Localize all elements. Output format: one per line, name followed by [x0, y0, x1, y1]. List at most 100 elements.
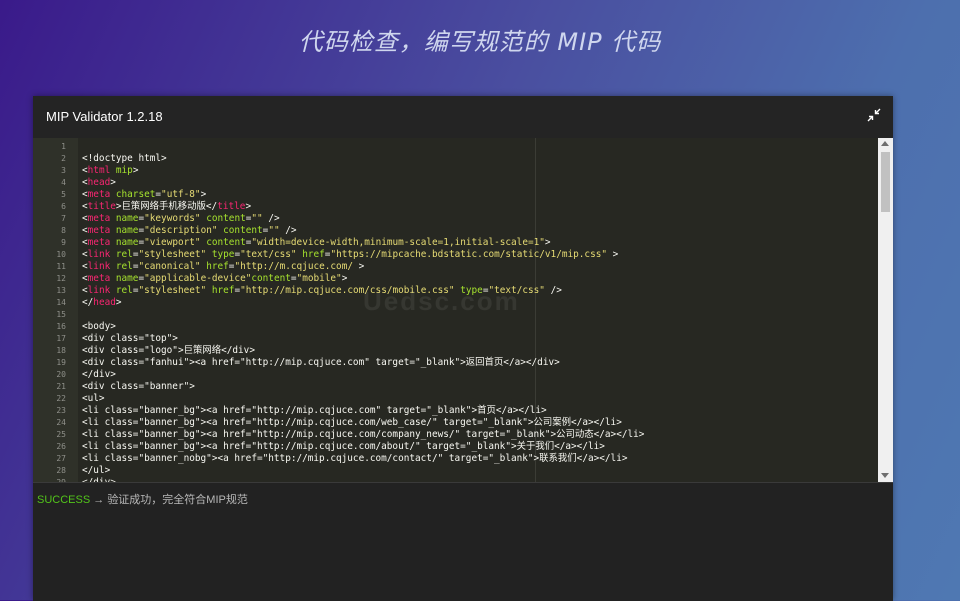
code-token: mip — [110, 165, 133, 176]
code-token: name — [110, 213, 139, 224]
line-number: 28 — [56, 466, 66, 475]
code-token: <body> — [82, 321, 116, 332]
code-line[interactable]: <li class="banner_bg"><a href="http://mi… — [82, 429, 644, 441]
line-number: 26 — [56, 442, 66, 451]
line-number: 22 — [56, 394, 66, 403]
code-line[interactable]: <meta name="keywords" content="" /> — [82, 213, 280, 225]
code-token: link — [87, 261, 111, 272]
code-token: content — [251, 273, 291, 284]
code-token: title — [217, 201, 246, 212]
code-line[interactable]: <link rel="stylesheet" type="text/css" h… — [82, 249, 618, 261]
code-line[interactable]: <html mip> — [82, 165, 138, 177]
code-token: link — [87, 249, 111, 260]
status-label: SUCCESS — [37, 494, 91, 506]
line-number: 23 — [56, 406, 66, 415]
code-line[interactable]: <!doctype html> — [82, 153, 167, 165]
code-token: "" — [268, 225, 280, 236]
code-line[interactable]: <title>巨策网络手机移动版</title> — [82, 201, 251, 213]
code-line[interactable]: <li class="banner_nobg"><a href="http://… — [82, 453, 627, 465]
code-token: href — [206, 285, 235, 296]
page-headline: 代码检查，编写规范的 MIP 代码 — [298, 28, 662, 56]
code-token: "applicable-device" — [144, 273, 252, 284]
code-token: meta — [87, 273, 111, 284]
code-token: "utf-8" — [161, 189, 201, 200]
status-arrow: → — [93, 494, 105, 506]
line-number: 11 — [56, 262, 66, 271]
code-token: "canonical" — [138, 261, 201, 272]
code-editor[interactable]: 1 2 3 4 5 6 7 8 9 10 11 12 13 14 15 16 17 18 19 20 21 22 23 24 2… — [33, 138, 893, 482]
vertical-scrollbar[interactable] — [878, 138, 893, 482]
code-token: href — [200, 261, 229, 272]
code-token: <li class="banner_bg"><a href="http://mi… — [82, 441, 605, 452]
code-token: name — [110, 273, 139, 284]
code-line[interactable]: <li class="banner_bg"><a href="http://mi… — [82, 441, 605, 453]
line-number: 10 — [56, 250, 66, 259]
code-token: "width=device-width,minimum-scale=1,init… — [251, 237, 545, 248]
code-line[interactable]: <meta name="applicable-device"content="m… — [82, 273, 347, 285]
line-number: 15 — [56, 310, 66, 319]
code-token: charset — [110, 189, 156, 200]
code-line[interactable]: <li class="banner_bg"><a href="http://mi… — [82, 405, 547, 417]
code-line[interactable]: <ul> — [82, 393, 105, 405]
code-token: <li class="banner_bg"><a href="http://mi… — [82, 429, 645, 440]
code-token: /> — [279, 225, 297, 236]
line-number: 9 — [61, 238, 66, 247]
code-line[interactable]: <div class="logo">巨策网络</div> — [82, 345, 255, 357]
code-line[interactable]: <meta name="viewport" content="width=dev… — [82, 237, 551, 249]
line-number: 19 — [56, 358, 66, 367]
code-line[interactable]: <div class="banner"> — [82, 381, 195, 393]
code-line[interactable]: </ul> — [82, 465, 110, 477]
code-token: "viewport" — [144, 237, 201, 248]
code-line[interactable]: <li class="banner_bg"><a href="http://mi… — [82, 417, 622, 429]
status-message: 验证成功，完全符合MIP规范 — [107, 494, 248, 506]
code-token: </div> — [82, 369, 116, 380]
line-number: 8 — [61, 226, 66, 235]
line-number: 20 — [56, 370, 66, 379]
line-number: 2 — [61, 154, 66, 163]
code-line[interactable]: <link rel="canonical" href="http://m.cqj… — [82, 261, 364, 273]
line-number: 17 — [56, 334, 66, 343]
scrollbar-thumb[interactable] — [881, 152, 890, 212]
line-number: 12 — [56, 274, 66, 283]
line-number: 7 — [61, 214, 66, 223]
code-token: meta — [87, 189, 111, 200]
code-token: > — [110, 177, 116, 188]
collapse-arrows-icon[interactable] — [867, 108, 881, 122]
line-number: 27 — [56, 454, 66, 463]
code-line[interactable]: </div> — [82, 369, 116, 381]
code-token: rel — [110, 261, 133, 272]
code-token: meta — [87, 225, 111, 236]
code-token: "https://mipcache.bdstatic.com/static/v1… — [330, 249, 608, 260]
validation-console: SUCCESS → 验证成功，完全符合MIP规范 — [33, 482, 893, 601]
scroll-down-arrow-icon[interactable] — [881, 473, 889, 478]
code-token: <div class="top"> — [82, 333, 178, 344]
line-number: 4 — [61, 178, 66, 187]
code-line[interactable]: <meta name="description" content="" /> — [82, 225, 297, 237]
code-token: > — [115, 297, 122, 308]
code-line[interactable]: <div class="top"> — [82, 333, 178, 345]
line-number: 3 — [61, 166, 66, 175]
code-line[interactable]: <div class="fanhui"><a href="http://mip.… — [82, 357, 560, 369]
line-number: 1 — [61, 142, 66, 151]
line-number-gutter: 1 2 3 4 5 6 7 8 9 10 11 12 13 14 15 16 17 18 19 20 21 22 23 24 2… — [33, 138, 78, 482]
code-line[interactable]: <body> — [82, 321, 116, 333]
code-token: head — [93, 297, 116, 308]
code-token: href — [296, 249, 325, 260]
code-token: rel — [110, 249, 133, 260]
code-token: "stylesheet" — [138, 285, 207, 296]
line-number: 21 — [56, 382, 66, 391]
line-number: 14 — [56, 298, 66, 307]
code-token: </ul> — [82, 465, 111, 476]
code-line[interactable]: <meta charset="utf-8"> — [82, 189, 206, 201]
code-token: > — [132, 165, 139, 176]
code-line[interactable]: </head> — [82, 297, 122, 309]
line-number: 24 — [56, 418, 66, 427]
code-line[interactable]: <head> — [82, 177, 116, 189]
line-number: 18 — [56, 346, 66, 355]
scroll-up-arrow-icon[interactable] — [881, 141, 889, 146]
window-title: MIP Validator 1.2.18 — [46, 109, 163, 124]
code-token: "http://m.cqjuce.com/ — [234, 261, 353, 272]
code-token: <div class="banner"> — [82, 381, 195, 392]
line-number: 16 — [56, 322, 66, 331]
watermark: Uedsc.com — [363, 286, 520, 316]
